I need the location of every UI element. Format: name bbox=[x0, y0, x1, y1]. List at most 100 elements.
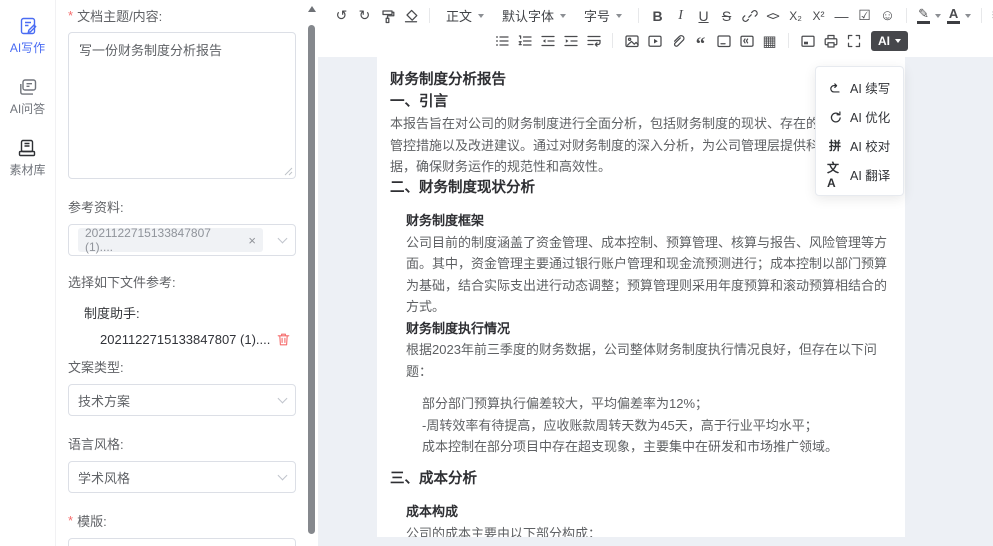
lang-style-label: 语言风格: bbox=[68, 434, 296, 453]
color-bar bbox=[917, 21, 930, 24]
menu-item-ai-translate[interactable]: 文A AI 翻译 bbox=[816, 160, 903, 189]
toolbar-row-1: ↺ ↻ 正文 默认字体 字号 B bbox=[330, 3, 989, 28]
video-icon[interactable] bbox=[643, 30, 666, 52]
ordered-list-icon[interactable] bbox=[513, 30, 536, 52]
scrollbar-thumb[interactable] bbox=[308, 25, 315, 534]
undo-icon[interactable]: ↺ bbox=[330, 5, 353, 27]
outdent-icon[interactable] bbox=[536, 30, 559, 52]
doc-subheading: 财务制度执行情况 bbox=[390, 318, 892, 340]
bullet-list-icon[interactable] bbox=[490, 30, 513, 52]
sidebar-item-label: AI写作 bbox=[10, 39, 45, 56]
embed-icon[interactable] bbox=[796, 30, 819, 52]
doc-subheading: 财务制度框架 bbox=[390, 210, 892, 232]
template-label: * 模版: bbox=[68, 511, 296, 530]
sidebar-item-label: 素材库 bbox=[9, 161, 45, 178]
image-icon[interactable] bbox=[620, 30, 643, 52]
topic-input[interactable]: 写一份财务制度分析报告 bbox=[68, 32, 296, 179]
font-size-dropdown[interactable]: 字号 bbox=[575, 6, 631, 25]
chevron-down-icon bbox=[478, 14, 484, 18]
divider-icon[interactable]: — bbox=[830, 5, 853, 27]
chevron-down-icon bbox=[278, 233, 288, 243]
strikethrough-icon[interactable]: S bbox=[715, 5, 738, 27]
redo-icon[interactable]: ↻ bbox=[353, 5, 376, 27]
line-wrap-icon[interactable] bbox=[582, 30, 605, 52]
font-color-dropdown[interactable]: A bbox=[944, 5, 974, 27]
fullscreen-icon[interactable] bbox=[842, 30, 865, 52]
template-select[interactable]: 通用模板 bbox=[68, 538, 296, 546]
doc-paragraph: 公司的成本主要由以下部分构成： bbox=[390, 523, 892, 538]
copy-type-label: 文案类型: bbox=[68, 357, 296, 376]
doc-list-item: 成本控制在部分项目中存在超支现象，主要集中在研发和市场推广领域。 bbox=[390, 436, 892, 458]
scroll-up-icon[interactable] bbox=[308, 6, 316, 12]
table-icon[interactable]: ▦ bbox=[758, 30, 781, 52]
underline-icon[interactable]: U bbox=[692, 5, 715, 27]
editor-area: ↺ ↻ 正文 默认字体 字号 B bbox=[318, 0, 993, 546]
reference-tag: 2021122715133847807 (1).... × bbox=[78, 228, 263, 252]
form-scrollbar[interactable] bbox=[306, 0, 318, 546]
chevron-down-icon bbox=[965, 14, 971, 18]
ai-dropdown-menu: AI 续写 AI 优化 拼 AI 校对 文A AI 翻译 bbox=[815, 66, 904, 196]
chevron-down-icon bbox=[895, 39, 901, 43]
paragraph-style-dropdown[interactable]: 正文 bbox=[437, 6, 493, 25]
delete-file-icon[interactable] bbox=[276, 332, 291, 347]
sidebar-item-ai-write[interactable]: AI写作 bbox=[10, 16, 45, 56]
highlight-color-dropdown[interactable]: ✎ bbox=[914, 5, 944, 27]
inline-code-icon[interactable]: <> bbox=[761, 5, 784, 27]
chevron-down-icon bbox=[560, 14, 566, 18]
superscript-icon[interactable]: X² bbox=[807, 5, 830, 27]
chevron-down-icon bbox=[616, 14, 622, 18]
code-block-icon[interactable] bbox=[712, 30, 735, 52]
toolbar-divider bbox=[612, 33, 613, 48]
link-icon[interactable] bbox=[738, 5, 761, 27]
todo-icon[interactable]: ☑ bbox=[853, 5, 876, 27]
subscript-icon[interactable]: X₂ bbox=[784, 5, 807, 27]
reference-label: 参考资料: bbox=[68, 197, 296, 216]
print-icon[interactable] bbox=[819, 30, 842, 52]
app-window: AI写作 AI问答 素材库 * 文档主题/内容: 写一份财务制度分析报告 bbox=[0, 0, 993, 546]
toolbar-divider bbox=[906, 8, 907, 23]
sidebar-item-label: AI问答 bbox=[10, 100, 45, 117]
bold-icon[interactable]: B bbox=[646, 5, 669, 27]
toolbar-divider bbox=[788, 33, 789, 48]
menu-item-ai-proofread[interactable]: 拼 AI 校对 bbox=[816, 131, 903, 160]
sidebar-item-ai-qa[interactable]: AI问答 bbox=[10, 77, 45, 117]
toolbar-divider bbox=[638, 8, 639, 23]
ai-dropdown-button[interactable]: AI bbox=[871, 31, 908, 51]
copy-type-select[interactable]: 技术方案 bbox=[68, 384, 296, 416]
clear-format-icon[interactable] bbox=[399, 5, 422, 27]
sidebar-item-material[interactable]: 素材库 bbox=[9, 138, 45, 178]
continue-write-icon bbox=[827, 81, 843, 95]
doc-heading: 三、成本分析 bbox=[390, 469, 892, 491]
chevron-down-icon bbox=[278, 393, 288, 403]
reference-select[interactable]: 2021122715133847807 (1).... × bbox=[68, 224, 296, 256]
format-painter-icon[interactable] bbox=[376, 5, 399, 27]
menu-item-ai-optimize[interactable]: AI 优化 bbox=[816, 102, 903, 131]
editor-content-background: 财务制度分析报告 一、引言 本报告旨在对公司的财务制度进行全面分析，包括财务制度… bbox=[318, 57, 993, 546]
attachment-icon[interactable] bbox=[666, 30, 689, 52]
blockquote-icon[interactable]: “ bbox=[689, 30, 712, 52]
snippet-icon[interactable] bbox=[735, 30, 758, 52]
topic-label: * 文档主题/内容: bbox=[68, 6, 296, 25]
menu-item-ai-continue[interactable]: AI 续写 bbox=[816, 73, 903, 102]
required-asterisk: * bbox=[68, 8, 73, 23]
indent-icon[interactable] bbox=[559, 30, 582, 52]
tag-close-icon[interactable]: × bbox=[248, 234, 256, 247]
doc-paragraph: 公司目前的制度涵盖了资金管理、成本控制、预算管理、核算与报告、风险管理等方面。其… bbox=[390, 232, 892, 318]
doc-pen-icon bbox=[18, 16, 38, 36]
file-group-label: 制度助手: bbox=[68, 303, 296, 322]
library-icon bbox=[17, 138, 37, 158]
toolbar-divider bbox=[429, 8, 430, 23]
toolbar-divider bbox=[981, 8, 982, 23]
left-nav: AI写作 AI问答 素材库 bbox=[0, 0, 56, 546]
doc-subheading: 成本构成 bbox=[390, 501, 892, 523]
font-family-dropdown[interactable]: 默认字体 bbox=[493, 6, 575, 25]
resize-handle-icon[interactable] bbox=[284, 167, 293, 176]
chevron-down-icon bbox=[935, 14, 941, 18]
selected-file-name: 2021122715133847807 (1).... bbox=[100, 332, 270, 347]
optimize-icon bbox=[827, 110, 843, 124]
color-bar bbox=[947, 21, 960, 24]
align-dropdown[interactable]: ≡ bbox=[989, 5, 993, 27]
italic-icon[interactable]: I bbox=[669, 5, 692, 27]
emoji-icon[interactable]: ☺ bbox=[876, 5, 899, 27]
lang-style-select[interactable]: 学术风格 bbox=[68, 461, 296, 493]
